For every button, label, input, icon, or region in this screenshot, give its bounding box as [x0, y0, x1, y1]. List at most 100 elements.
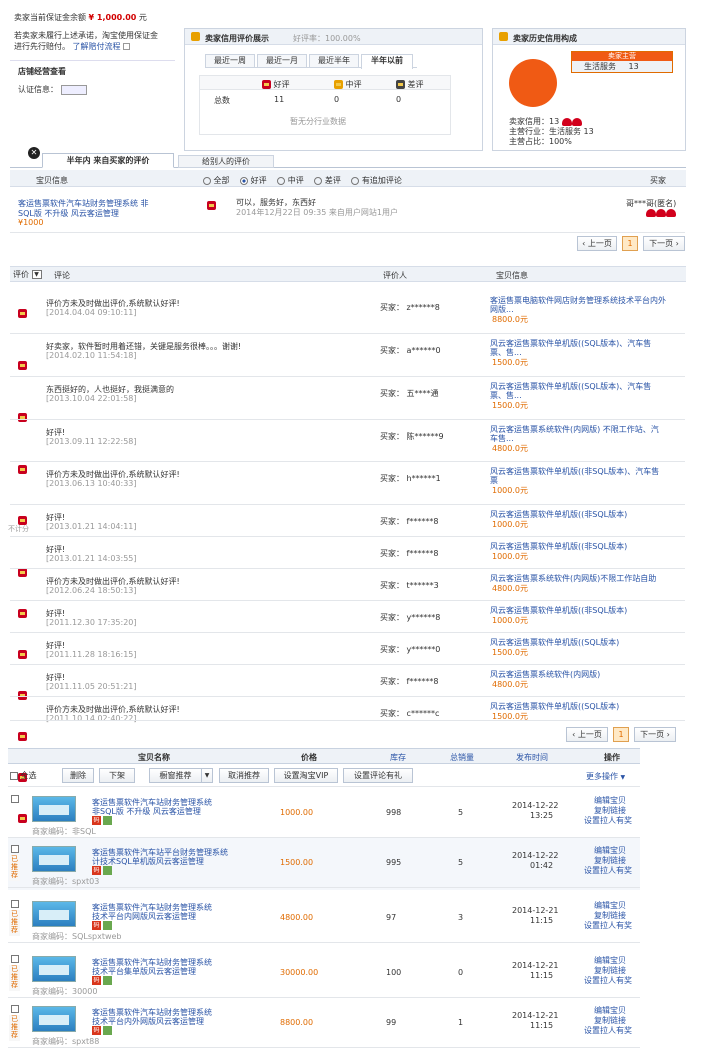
product-thumbnail[interactable]	[32, 956, 76, 982]
product-thumbnail[interactable]	[32, 1006, 76, 1032]
prev-page-button-2[interactable]: ‹ 上一页	[566, 727, 608, 742]
comment-buyer[interactable]: 买家： 陈******9	[380, 431, 444, 442]
recent-item-name-1[interactable]: 客运售票软件汽车站财务管理系统 非	[18, 199, 149, 209]
comment-header: 评论	[54, 271, 70, 280]
chevron-down-icon[interactable]: ▼	[31, 270, 42, 279]
radio-icon	[277, 176, 286, 185]
code-value: 非SQL	[72, 827, 96, 836]
rate-filter[interactable]: 评价 ▼	[13, 269, 42, 280]
product-thumbnail[interactable]	[32, 901, 76, 927]
product-code: 商家编码：30000	[32, 986, 97, 997]
filter-all[interactable]: 全部	[203, 176, 230, 185]
comment-buyer[interactable]: 买家： h******1	[380, 473, 441, 484]
referral-reward-link[interactable]: 设置拉人有奖	[584, 1025, 632, 1036]
comment-item-link[interactable]: 风云客运售票软件单机版((非SQL版本)、汽车售	[490, 466, 659, 477]
product-price[interactable]: 8800.00	[280, 1018, 313, 1027]
prev-page-button[interactable]: ‹ 上一页	[577, 236, 617, 251]
comment-buyer[interactable]: 买家： a******0	[380, 345, 441, 356]
more-ops-label[interactable]: 更多操作	[586, 772, 618, 781]
tab-received-reviews[interactable]: 半年内 来自买家的评价	[42, 153, 174, 168]
tab-week[interactable]: 最近一周	[205, 54, 255, 68]
recent-review-item[interactable]: 客运售票软件汽车站财务管理系统 非 SQL版 不升级 风云客运管理	[18, 199, 149, 219]
expand-icon[interactable]	[123, 43, 131, 50]
tooltip-item: 生活服务	[584, 62, 616, 71]
more-ops[interactable]: 更多操作 ▼	[586, 771, 625, 782]
row-checkbox[interactable]	[11, 900, 19, 908]
filter-followup-label: 有追加评论	[361, 176, 402, 185]
edit-icon[interactable]	[103, 1026, 112, 1035]
recent-item-price: ¥1000	[18, 218, 44, 227]
comment-buyer[interactable]: 买家： f******8	[380, 516, 438, 527]
tab-given-reviews[interactable]: 给别人的评价	[178, 155, 274, 168]
comment-item-link[interactable]: 风云客运售票系统软件(内网版) 不限工作站、汽	[490, 424, 659, 435]
referral-reward-link[interactable]: 设置拉人有奖	[584, 975, 632, 986]
comment-buyer[interactable]: 买家： f******8	[380, 676, 438, 687]
checkbox-icon[interactable]	[10, 771, 18, 780]
caret-down-icon: ▼	[620, 774, 626, 781]
comment-buyer[interactable]: 买家： y******8	[380, 612, 440, 623]
referral-reward-link[interactable]: 设置拉人有奖	[584, 865, 632, 876]
product-price[interactable]: 1000.00	[280, 808, 313, 817]
product-thumbnail[interactable]	[32, 846, 76, 872]
comment-buyer[interactable]: 买家： z******8	[380, 302, 440, 313]
referral-reward-link[interactable]: 设置拉人有奖	[584, 815, 632, 826]
filter-bad[interactable]: 差评	[314, 176, 341, 185]
sort-stock[interactable]: 库存	[390, 752, 406, 763]
filter-neutral[interactable]: 中评	[277, 176, 304, 185]
edit-icon[interactable]	[103, 976, 112, 985]
divider	[10, 696, 685, 697]
comment-buyer[interactable]: 买家： f******8	[380, 548, 438, 559]
comment-item-price: 4800.0元	[492, 680, 528, 689]
referral-reward-link[interactable]: 设置拉人有奖	[584, 920, 632, 931]
good-icon	[18, 732, 27, 741]
row-checkbox[interactable]	[11, 955, 19, 963]
credit-pie-chart	[509, 59, 557, 107]
comment-buyer[interactable]: 买家： c******c	[380, 708, 439, 719]
recommend-dropdown[interactable]: ▼	[201, 768, 213, 783]
comment-buyer[interactable]: 买家： t******3	[380, 580, 439, 591]
product-thumbnail[interactable]	[32, 796, 76, 822]
cert-badge-icon[interactable]	[60, 84, 87, 95]
delete-button[interactable]: 删除	[62, 768, 94, 783]
next-page-button-2[interactable]: 下一页 ›	[634, 727, 676, 742]
set-review-gift-button[interactable]: 设置评论有礼	[343, 768, 413, 783]
item-header: 宝贝信息	[496, 271, 528, 280]
product-price[interactable]: 1500.00	[280, 858, 313, 867]
edit-icon[interactable]	[103, 866, 112, 875]
product-sales: 5	[458, 858, 464, 867]
sort-sales[interactable]: 总销量	[450, 752, 474, 763]
current-page[interactable]: 1	[622, 236, 638, 251]
comment-item-link[interactable]: 客运售票电脑软件网店财务管理系统技术平台内外	[490, 295, 666, 306]
set-vip-button[interactable]: 设置淘宝VIP	[274, 768, 338, 783]
comment-buyer[interactable]: 买家： 五****通	[380, 388, 439, 399]
close-icon[interactable]: ✕	[28, 147, 40, 159]
filter-good[interactable]: 好评	[240, 176, 267, 185]
sort-publish-time[interactable]: 发布时间	[516, 752, 548, 763]
comment-buyer[interactable]: 买家： y******0	[380, 644, 440, 655]
row-checkbox[interactable]	[11, 845, 19, 853]
showcase-recommend-button[interactable]: 橱窗推荐	[149, 768, 201, 783]
rating-table: 好评 中评 差评 总数 11 0 0 暂无分行业数据	[199, 75, 451, 135]
row-checkbox[interactable]	[11, 1005, 19, 1013]
delist-button[interactable]: 下架	[99, 768, 135, 783]
comment-date: [2014.04.04 09:10:11]	[46, 308, 137, 317]
tab-before-half-year[interactable]: 半年以前	[361, 54, 413, 69]
filter-followup[interactable]: 有追加评论	[351, 176, 402, 185]
current-page-2[interactable]: 1	[613, 727, 629, 742]
product-price[interactable]: 30000.00	[280, 968, 318, 977]
select-all[interactable]: 全选	[10, 770, 37, 781]
code-value: 30000	[72, 987, 98, 996]
comment-date: [2013.09.11 12:22:58]	[46, 437, 137, 446]
product-price[interactable]: 4800.00	[280, 913, 313, 922]
next-page-button[interactable]: 下一页 ›	[643, 236, 685, 251]
comment-item-price: 1000.0元	[492, 616, 528, 625]
col-bad-label: 差评	[407, 80, 424, 89]
edit-icon[interactable]	[103, 816, 112, 825]
tab-month[interactable]: 最近一月	[257, 54, 307, 68]
edit-icon[interactable]	[103, 921, 112, 930]
tab-half-year[interactable]: 最近半年	[309, 54, 359, 68]
cancel-recommend-button[interactable]: 取消推荐	[219, 768, 269, 783]
payout-process-link[interactable]: 了解赔付流程	[73, 42, 121, 51]
tooltip-value: 13	[628, 62, 639, 71]
row-checkbox[interactable]	[11, 795, 19, 803]
